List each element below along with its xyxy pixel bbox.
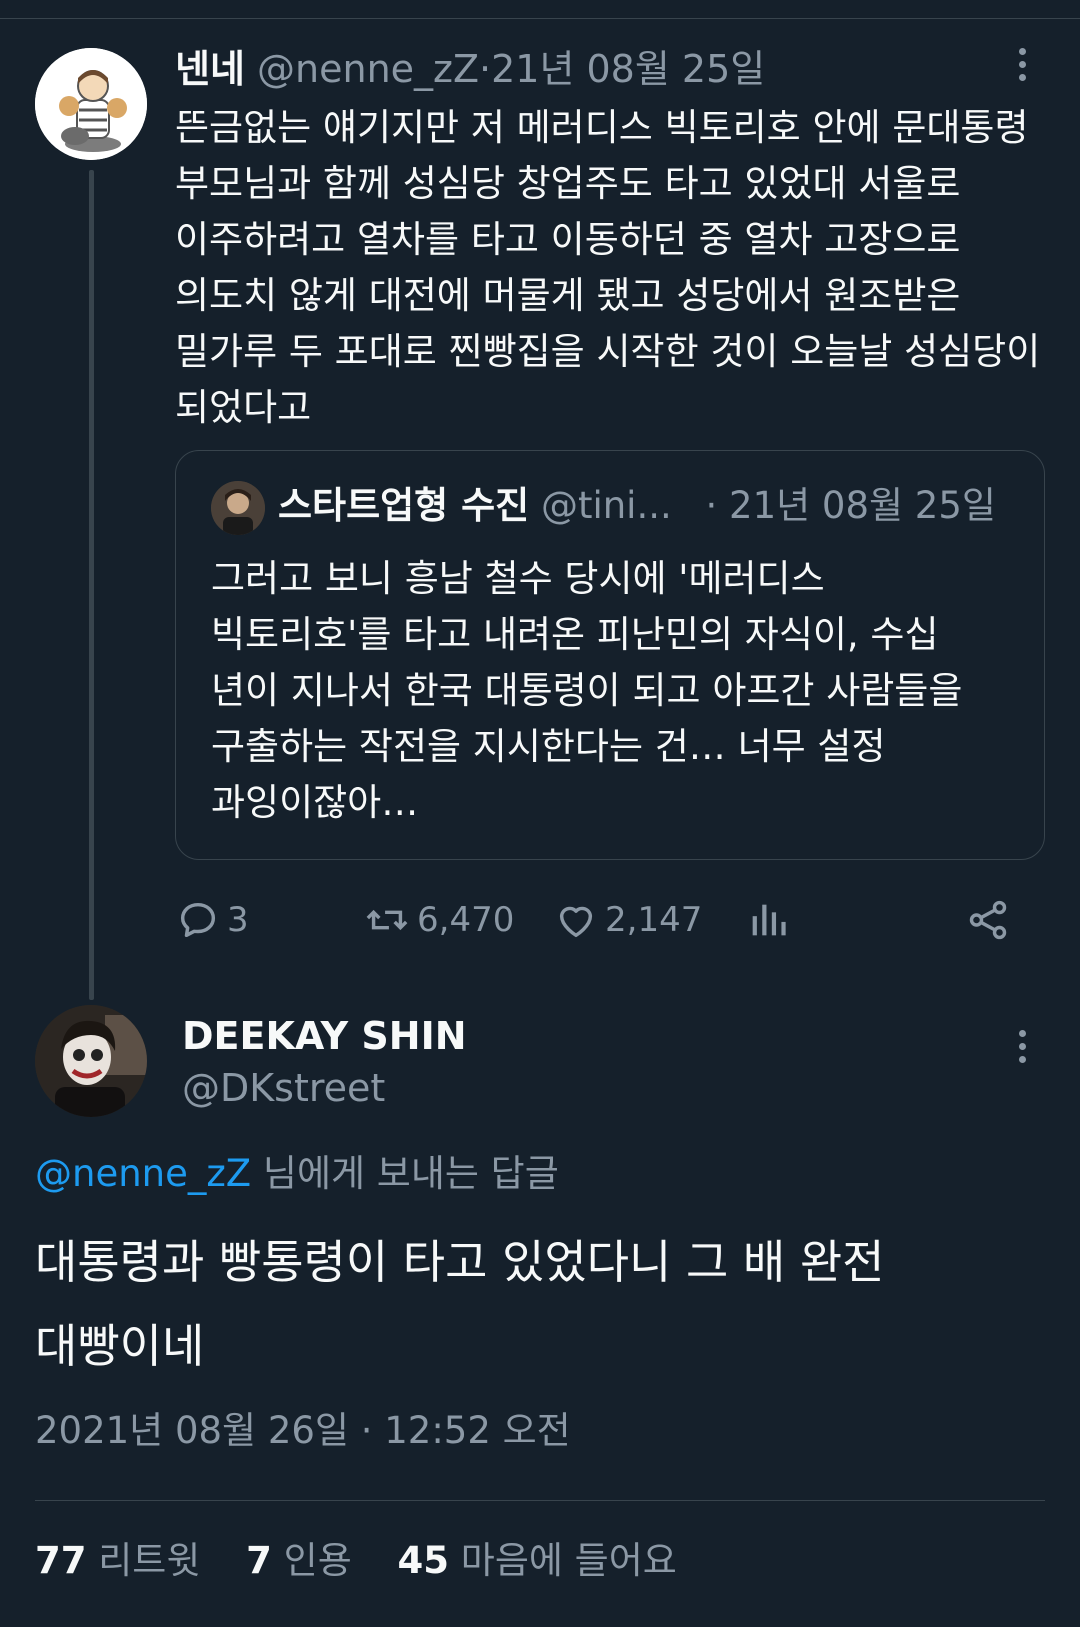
tweet-actions: 3 6,470 2,147 xyxy=(175,895,1045,945)
retweet-count: 6,470 xyxy=(417,900,515,940)
reply-timestamp[interactable]: 2021년 08월 26일 · 12:52 오전 xyxy=(35,1405,571,1457)
retweets-stat-label: 리트윗 xyxy=(98,1539,201,1582)
top-divider xyxy=(0,0,1080,19)
reply-avatar[interactable] xyxy=(35,1005,147,1117)
likes-stat[interactable]: 45 마음에 들어요 xyxy=(398,1539,677,1582)
likes-stat-count: 45 xyxy=(397,1539,450,1582)
user-handle[interactable]: @nenne_zZ xyxy=(257,47,479,91)
reply-to-label: 님에게 보내는 답글 xyxy=(251,1152,559,1195)
reply-count: 3 xyxy=(227,900,249,940)
mention-link[interactable]: @nenne_zZ xyxy=(35,1152,251,1195)
likes-stat-label: 마음에 들어요 xyxy=(460,1539,677,1582)
quotes-stat[interactable]: 7 인용 xyxy=(246,1539,352,1582)
separator-dot: · xyxy=(479,47,492,91)
tweet-date[interactable]: 21년 08월 25일 xyxy=(491,47,765,91)
reply-to-line: @nenne_zZ 님에게 보내는 답글 xyxy=(35,1148,559,1200)
analytics-icon xyxy=(752,904,786,936)
quoted-text: 그러고 보니 흥남 철수 당시에 '메러디스 빅토리호'를 타고 내려온 피난민… xyxy=(211,557,963,824)
share-button[interactable] xyxy=(965,895,1011,945)
stats-divider xyxy=(35,1500,1045,1501)
retweet-icon xyxy=(366,909,408,931)
thread-line xyxy=(89,170,94,1000)
display-name[interactable]: 넨네 xyxy=(175,47,245,91)
quoted-tweet[interactable]: 스타트업형 수진 @tini... · 21년 08월 25일 그러고 보니 흥… xyxy=(175,450,1045,860)
more-options-icon[interactable] xyxy=(1010,1030,1034,1070)
views-button[interactable] xyxy=(745,895,791,945)
like-button[interactable]: 2,147 xyxy=(553,895,702,945)
retweet-button[interactable]: 6,470 xyxy=(363,895,514,945)
reply-display-name[interactable]: DEEKAY SHIN xyxy=(182,1010,467,1062)
retweets-stat-count: 77 xyxy=(35,1539,87,1582)
engagement-stats: 77 리트윗 7 인용 45 마음에 들어요 xyxy=(35,1535,711,1587)
reply-button[interactable]: 3 xyxy=(175,895,249,945)
reply-text: 대통령과 빵통령이 타고 있었다니 그 배 완전 대빵이네 xyxy=(35,1235,885,1373)
avatar[interactable] xyxy=(35,48,147,160)
quoted-header: 스타트업형 수진 @tini... · 21년 08월 25일 xyxy=(278,480,996,532)
tweet-header: 넨네 @nenne_zZ·21년 08월 25일 xyxy=(175,44,765,94)
quoted-display-name: 스타트업형 수진 xyxy=(278,484,530,527)
heart-icon xyxy=(559,906,593,938)
tweet-text: 뜬금없는 얘기지만 저 메러디스 빅토리호 안에 문대통령 부모님과 함께 성심… xyxy=(175,106,1041,429)
share-icon xyxy=(969,900,1007,940)
reply-handle[interactable]: @DKstreet xyxy=(182,1062,385,1114)
quoted-handle: @tini... xyxy=(540,484,672,527)
quotes-stat-label: 인용 xyxy=(283,1539,352,1582)
quotes-stat-count: 7 xyxy=(246,1539,272,1582)
quoted-avatar xyxy=(211,481,265,535)
profile-photo-icon xyxy=(211,481,265,535)
quoted-date: · 21년 08월 25일 xyxy=(705,484,996,527)
more-options-icon[interactable] xyxy=(1010,48,1034,88)
reply-icon xyxy=(180,902,216,938)
joker-avatar-icon xyxy=(35,1005,147,1117)
like-count: 2,147 xyxy=(605,900,703,940)
retweets-stat[interactable]: 77 리트윗 xyxy=(35,1539,200,1582)
cartoon-avatar-icon xyxy=(35,48,147,160)
